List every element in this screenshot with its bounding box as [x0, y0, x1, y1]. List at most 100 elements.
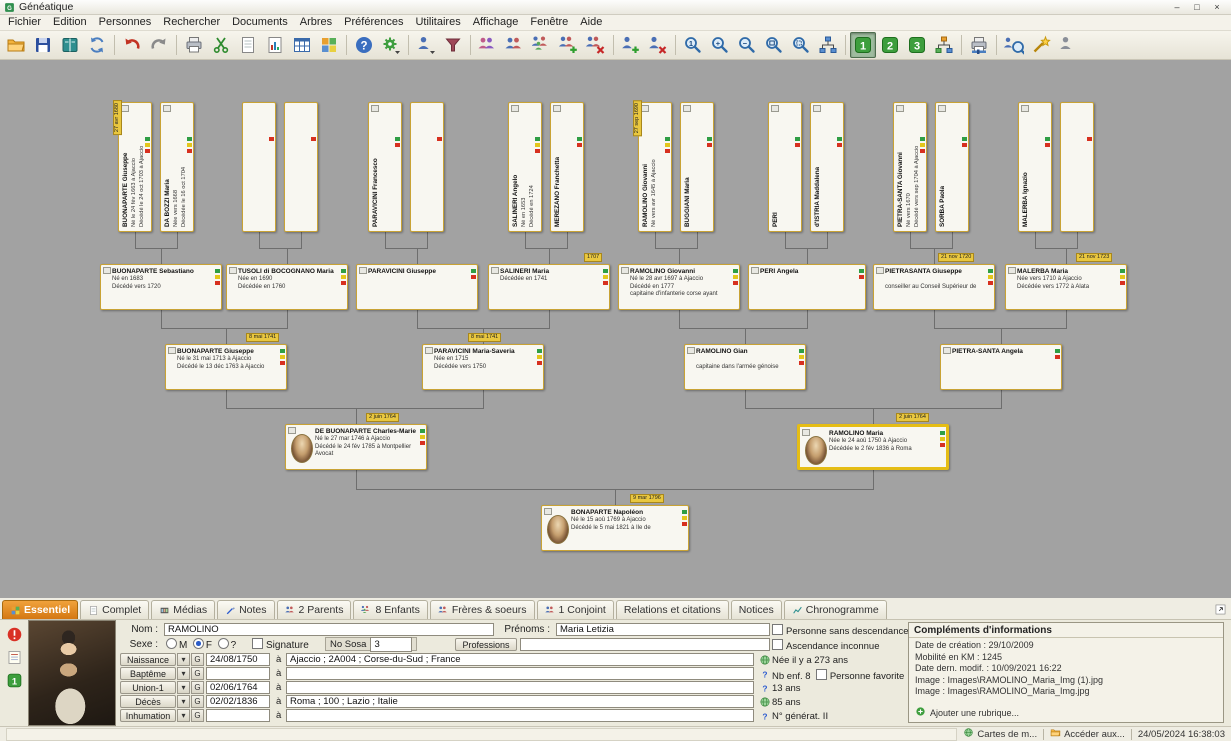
professions-button[interactable]: Professions: [455, 638, 517, 651]
sexe-f-radio[interactable]: [193, 638, 204, 649]
event-place-input[interactable]: [286, 681, 754, 694]
person-box-a4-empty[interactable]: [284, 102, 318, 232]
menu-item-edition[interactable]: Edition: [47, 15, 93, 30]
tab-1-conjoint[interactable]: 1 Conjoint: [537, 600, 614, 619]
person-box-b2-tusoli-di-bocognano-maria[interactable]: TUSOLI di BOCOGNANO MariaNée en 1690Décé…: [226, 264, 348, 310]
zoom-in-button[interactable]: +: [707, 32, 733, 58]
no-descendance-checkbox[interactable]: [772, 624, 783, 635]
wizard-button[interactable]: [1028, 32, 1054, 58]
person-box-a12-d-istria-maddalena[interactable]: d'ISTRIA Maddalena: [810, 102, 844, 232]
event-place-input[interactable]: [286, 653, 754, 666]
question-icon[interactable]: ?: [758, 667, 771, 680]
question-icon[interactable]: ?: [758, 681, 771, 694]
person-box-a3-empty[interactable]: [242, 102, 276, 232]
favorite-checkbox[interactable]: [816, 669, 827, 680]
event-label-deces[interactable]: Décès: [120, 695, 176, 708]
tab-complet[interactable]: Complet: [80, 600, 149, 619]
professions-input[interactable]: [520, 638, 770, 651]
zoom-100-button[interactable]: 1: [680, 32, 706, 58]
tab-8-enfants[interactable]: 8 Enfants: [353, 600, 427, 619]
sosa-input[interactable]: [370, 637, 412, 652]
menu-item-preferences[interactable]: Préférences: [338, 15, 409, 30]
search-person-button[interactable]: [1001, 32, 1027, 58]
menu-item-fichier[interactable]: Fichier: [2, 15, 47, 30]
event-date-input[interactable]: [206, 695, 270, 708]
zoom-selection-button[interactable]: [788, 32, 814, 58]
status-acceder[interactable]: Accéder aux...: [1050, 727, 1125, 741]
remove-child-button[interactable]: [583, 32, 609, 58]
ascendance-checkbox[interactable]: [772, 639, 783, 650]
person-box-a6-empty[interactable]: [410, 102, 444, 232]
screen-2-button[interactable]: 2: [877, 32, 903, 58]
menu-item-documents[interactable]: Documents: [226, 15, 294, 30]
tab-notes[interactable]: Notes: [217, 600, 274, 619]
undo-button[interactable]: [119, 32, 145, 58]
person-box-d1-de-buonaparte-charles-marie[interactable]: DE BUONAPARTE Charles-MarieNé le 27 mar …: [285, 424, 427, 470]
person-box-a8-merezano-franchetta[interactable]: MEREZANO Franchetta: [550, 102, 584, 232]
nom-input[interactable]: [164, 623, 494, 636]
sexe-q-radio[interactable]: [218, 638, 229, 649]
tab-freres-soeurs[interactable]: Frères & soeurs: [430, 600, 535, 619]
tree-canvas[interactable]: BUONAPARTE GiuseppeNé le 24 fév 1663 à A…: [0, 60, 1231, 598]
add-person-button[interactable]: [618, 32, 644, 58]
sync-button[interactable]: [84, 32, 110, 58]
prenoms-input[interactable]: [556, 623, 770, 636]
tab-medias[interactable]: Médias: [151, 600, 215, 619]
tools-menu-button[interactable]: [378, 32, 404, 58]
menu-item-affichage[interactable]: Affichage: [467, 15, 525, 30]
event-date-input[interactable]: [206, 709, 270, 722]
person-box-e1-bonaparte-napoleon[interactable]: BONAPARTE NapoléonNé le 15 aoû 1769 à Aj…: [541, 505, 689, 551]
person-box-a5-paravicini-francesco[interactable]: PARAVICINI Francesco: [368, 102, 402, 232]
calendar-g-button[interactable]: G: [191, 653, 204, 666]
menu-item-aide[interactable]: Aide: [574, 15, 608, 30]
person-box-d2-ramolino-maria[interactable]: RAMOLINO MariaNée le 24 aoû 1750 à Ajacc…: [797, 424, 949, 470]
screen-1-button[interactable]: 1: [850, 32, 876, 58]
person-box-a10-buggiani-maria[interactable]: BUGGIANI Maria: [680, 102, 714, 232]
signature-checkbox[interactable]: [252, 638, 263, 649]
event-date-input[interactable]: [206, 667, 270, 680]
expand-panel-icon[interactable]: [1211, 601, 1229, 617]
person-box-a16-empty[interactable]: [1060, 102, 1094, 232]
person-info-button[interactable]: [1055, 32, 1081, 58]
zoom-fit-button[interactable]: [761, 32, 787, 58]
close-button[interactable]: ×: [1207, 0, 1227, 14]
alert-icon[interactable]: [5, 625, 23, 643]
tree-structure-button[interactable]: [815, 32, 841, 58]
person-box-a15-malerba-ignazio[interactable]: MALERBA Ignazio: [1018, 102, 1052, 232]
record-number-badge[interactable]: 1: [5, 671, 23, 689]
menu-item-rechercher[interactable]: Rechercher: [157, 15, 226, 30]
merge-filter-button[interactable]: [440, 32, 466, 58]
note-icon[interactable]: [5, 648, 23, 666]
question-icon[interactable]: ?: [758, 709, 771, 722]
person-box-c4-pietra-santa-angela[interactable]: PIETRA-SANTA Angela: [940, 344, 1062, 390]
delete-person-button[interactable]: [645, 32, 671, 58]
person-box-a2-da-bozzi-maria[interactable]: DA BOZZI MariaNée vers 1668Décédée le 16…: [160, 102, 194, 232]
minimize-button[interactable]: –: [1167, 0, 1187, 14]
print-setup-button[interactable]: [966, 32, 992, 58]
print-button[interactable]: [181, 32, 207, 58]
person-box-b7-pietrasanta-giuseppe[interactable]: PIETRASANTA Giuseppe conseiller au Conse…: [873, 264, 995, 310]
person-box-c1-buonaparte-giuseppe[interactable]: BUONAPARTE GiuseppeNé le 31 mai 1713 à A…: [165, 344, 287, 390]
redo-button[interactable]: [146, 32, 172, 58]
tab-2-parents[interactable]: 2 Parents: [277, 600, 352, 619]
person-box-a11-peri[interactable]: PERI: [768, 102, 802, 232]
address-book-button[interactable]: [57, 32, 83, 58]
tree-colored-button[interactable]: [931, 32, 957, 58]
person-box-a1-buonaparte-giuseppe[interactable]: BUONAPARTE GiuseppeNé le 24 fév 1663 à A…: [118, 102, 152, 232]
person-box-b3-paravicini-giuseppe[interactable]: PARAVICINI Giuseppe: [356, 264, 478, 310]
tab-chronogramme[interactable]: Chronogramme: [784, 600, 887, 619]
calendar-g-button[interactable]: G: [191, 681, 204, 694]
calendar-g-button[interactable]: G: [191, 709, 204, 722]
calendar-g-button[interactable]: G: [191, 667, 204, 680]
event-label-bapteme[interactable]: Baptême: [120, 667, 176, 680]
cut-branch-button[interactable]: [208, 32, 234, 58]
person-box-b8-malerba-maria[interactable]: MALERBA MariaNée vers 1710 à AjaccioDécé…: [1005, 264, 1127, 310]
event-label-naissance[interactable]: Naissance: [120, 653, 176, 666]
statistics-button[interactable]: [262, 32, 288, 58]
person-menu-button[interactable]: [413, 32, 439, 58]
event-label-union-1[interactable]: Union-1: [120, 681, 176, 694]
event-label-inhumation[interactable]: Inhumation: [120, 709, 176, 722]
save-button[interactable]: [30, 32, 56, 58]
event-dropdown[interactable]: ▾: [177, 653, 190, 666]
calendar-g-button[interactable]: G: [191, 695, 204, 708]
